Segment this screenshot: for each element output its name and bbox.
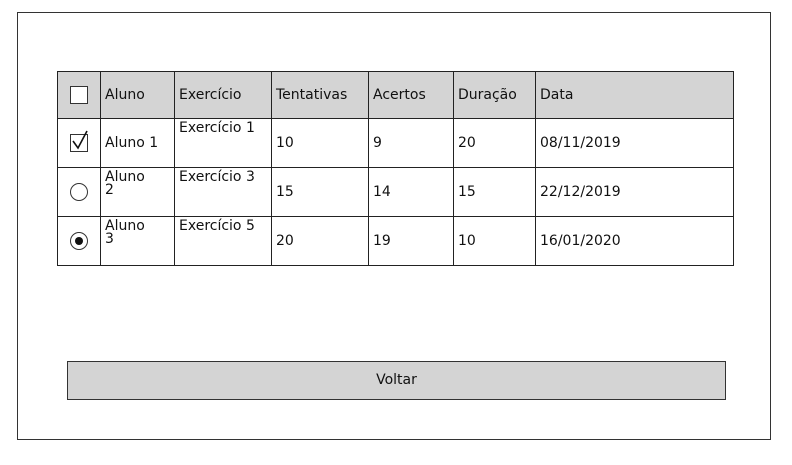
table-row[interactable]: Aluno 3 Exercício 5 20 19 10 16/01/2020 [57, 216, 734, 266]
cell-aluno-text: Aluno 2 [105, 169, 145, 198]
column-header-aluno[interactable]: Aluno [100, 71, 175, 119]
row-select-cell[interactable] [57, 167, 101, 217]
column-header-tentativas[interactable]: Tentativas [271, 71, 369, 119]
column-header-data[interactable]: Data [535, 71, 734, 119]
cell-tentativas: 20 [271, 216, 369, 266]
radio-selected-icon[interactable] [70, 232, 88, 250]
cell-duracao: 20 [453, 118, 536, 168]
cell-data: 16/01/2020 [535, 216, 734, 266]
table-row[interactable]: Aluno 1 Exercício 1 10 9 20 08/11/2019 [57, 118, 734, 168]
table-row[interactable]: Aluno 2 Exercício 3 15 14 15 22/12/2019 [57, 167, 734, 217]
cell-data: 22/12/2019 [535, 167, 734, 217]
cell-tentativas: 10 [271, 118, 369, 168]
cell-aluno-text: Aluno 3 [105, 218, 145, 247]
cell-duracao: 15 [453, 167, 536, 217]
row-select-cell[interactable] [57, 118, 101, 168]
row-select-cell[interactable] [57, 216, 101, 266]
cell-exercicio: Exercício 5 [174, 216, 272, 266]
select-all-cell[interactable] [57, 71, 101, 119]
column-header-acertos[interactable]: Acertos [368, 71, 454, 119]
cell-acertos: 19 [368, 216, 454, 266]
cell-duracao: 10 [453, 216, 536, 266]
back-button[interactable]: Voltar [67, 361, 726, 400]
column-header-duracao[interactable]: Duração [453, 71, 536, 119]
radio-dot [74, 236, 83, 245]
table-header-row: Aluno Exercício Tentativas Acertos Duraç… [57, 71, 734, 119]
results-table: Aluno Exercício Tentativas Acertos Duraç… [57, 71, 734, 266]
column-header-exercicio[interactable]: Exercício [174, 71, 272, 119]
cell-aluno: Aluno 2 [100, 167, 175, 217]
cell-exercicio: Exercício 1 [174, 118, 272, 168]
cell-aluno: Aluno 3 [100, 216, 175, 266]
checkbox-icon[interactable] [70, 86, 88, 104]
cell-acertos: 14 [368, 167, 454, 217]
checkbox-checked-icon[interactable] [70, 130, 88, 152]
cell-aluno: Aluno 1 [100, 118, 175, 168]
cell-data: 08/11/2019 [535, 118, 734, 168]
cell-acertos: 9 [368, 118, 454, 168]
cell-exercicio: Exercício 3 [174, 167, 272, 217]
radio-unselected-icon[interactable] [70, 183, 88, 201]
cell-tentativas: 15 [271, 167, 369, 217]
